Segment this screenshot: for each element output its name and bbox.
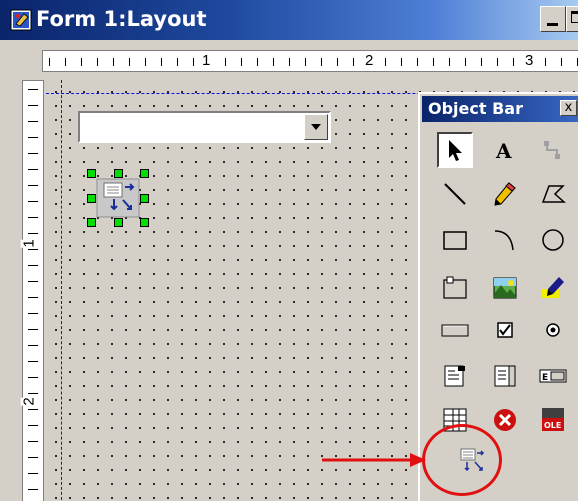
object-bar-titlebar[interactable]: Object Bar x: [422, 96, 578, 122]
title-bar[interactable]: Form 1:Layout: [0, 0, 578, 40]
push-button-icon: [441, 324, 469, 337]
ruler-label-1: 1: [200, 52, 213, 69]
selection-handle[interactable]: [87, 218, 96, 227]
selection-handle[interactable]: [140, 194, 149, 203]
select-tool[interactable]: [437, 132, 473, 168]
vertical-ruler: 1 2: [20, 80, 44, 501]
pencil-icon: [494, 182, 516, 206]
combo-box-field[interactable]: [78, 111, 331, 143]
form-app-icon: [10, 9, 32, 31]
ruler-label-v1: 1: [20, 239, 38, 248]
frame-icon: [443, 276, 467, 299]
arc-icon: [494, 230, 514, 251]
selection-handle[interactable]: [114, 169, 123, 178]
annotation-arrow: [322, 453, 426, 467]
form-layout-window: Form 1:Layout 1 2 3 1 2 Object Bar x A E…: [0, 0, 578, 501]
ellipse-icon: [542, 229, 564, 251]
connector-icon: [544, 141, 560, 159]
text-tool-icon: A: [495, 139, 512, 162]
polygon-tool[interactable]: [535, 176, 571, 212]
list-field-tool[interactable]: [437, 358, 473, 394]
line-icon: [444, 183, 466, 205]
push-button-tool[interactable]: [437, 312, 473, 348]
radio-button-tool[interactable]: [535, 312, 571, 348]
rectangle-icon: [443, 231, 467, 250]
margin-guide-vertical: [61, 80, 62, 501]
edit-field-tool[interactable]: E: [535, 358, 571, 394]
object-bar-title: Object Bar: [428, 99, 523, 118]
cancel-tool[interactable]: [487, 402, 523, 438]
list-box-tool[interactable]: [487, 358, 523, 394]
dropdown-arrow-button[interactable]: [304, 114, 328, 140]
selection-handle[interactable]: [114, 218, 123, 227]
selection-handle[interactable]: [140, 218, 149, 227]
selection-handle[interactable]: [87, 169, 96, 178]
ole-object-icon: OLE: [542, 408, 564, 431]
ruler-ticks: [28, 81, 38, 501]
highlighter-tool[interactable]: [535, 270, 571, 306]
line-tool[interactable]: [437, 176, 473, 212]
ellipse-tool[interactable]: [535, 222, 571, 258]
svg-text:OLE: OLE: [544, 421, 561, 430]
arc-tool[interactable]: [487, 222, 523, 258]
list-box-icon: [494, 365, 516, 387]
checkbox-tool[interactable]: [487, 312, 523, 348]
rectangle-tool[interactable]: [437, 222, 473, 258]
selection-handle[interactable]: [140, 169, 149, 178]
subform-icon: [96, 178, 140, 218]
cancel-icon: [494, 409, 516, 431]
radio-button-icon: [546, 323, 560, 337]
ruler-label-v2: 2: [20, 397, 38, 406]
annotation-circle: [422, 424, 502, 496]
frame-tool[interactable]: [437, 270, 473, 306]
ruler-label-3: 3: [523, 52, 536, 69]
minimize-button[interactable]: [540, 6, 566, 32]
selected-subform-object[interactable]: [87, 169, 149, 227]
ruler-label-2: 2: [363, 52, 376, 69]
connector-tool[interactable]: [535, 132, 571, 168]
maximize-button[interactable]: [566, 6, 578, 32]
horizontal-ruler: 1 2 3: [42, 50, 578, 72]
svg-text:A: A: [495, 139, 512, 162]
pencil-tool[interactable]: [487, 176, 523, 212]
checkbox-icon: [497, 322, 513, 338]
text-tool[interactable]: A: [487, 132, 523, 168]
edit-field-icon: E: [539, 369, 567, 383]
picture-tool[interactable]: [487, 270, 523, 306]
svg-text:E: E: [542, 373, 548, 383]
window-title: Form 1:Layout: [36, 7, 207, 31]
polygon-icon: [541, 185, 566, 203]
arrow-pointer-icon: [449, 140, 462, 161]
object-bar-close-button[interactable]: x: [560, 100, 577, 116]
selection-handle[interactable]: [87, 194, 96, 203]
highlighter-icon: [542, 277, 564, 298]
picture-icon: [493, 277, 517, 299]
ruler-ticks: [43, 55, 578, 69]
list-field-icon: [444, 365, 465, 387]
ole-object-tool[interactable]: OLE: [535, 402, 571, 438]
